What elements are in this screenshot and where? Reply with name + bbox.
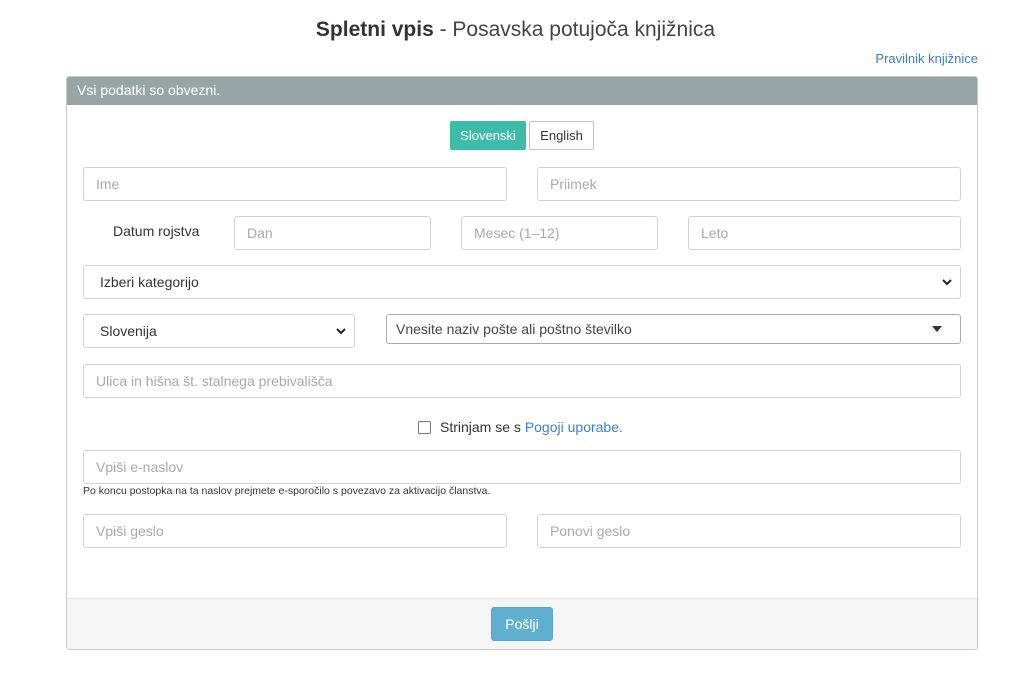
lang-slovenski-button[interactable]: Slovenski	[450, 121, 526, 150]
post-office-placeholder: Vnesite naziv pošte ali poštno številko	[396, 321, 632, 337]
password-field[interactable]	[83, 514, 507, 548]
category-select-value: Izberi kategorijo	[100, 274, 199, 290]
email-hint: Po koncu postopka na ta naslov prejmete …	[83, 485, 491, 497]
birth-year-field[interactable]	[688, 216, 961, 250]
library-rules-link[interactable]: Pravilnik knjižnice	[875, 51, 978, 66]
panel-footer: Pošlji	[67, 598, 977, 649]
first-name-field[interactable]	[83, 167, 507, 201]
street-address-field[interactable]	[83, 364, 961, 398]
country-select[interactable]: Slovenija	[83, 314, 355, 348]
last-name-field[interactable]	[537, 167, 961, 201]
password-repeat-field[interactable]	[537, 514, 961, 548]
caret-down-icon	[932, 326, 942, 332]
submit-button[interactable]: Pošlji	[491, 607, 553, 641]
page-title-bold: Spletni vpis	[315, 18, 434, 41]
birth-date-label: Datum rojstva	[113, 223, 200, 239]
birth-month-field[interactable]	[461, 216, 658, 250]
chevron-down-icon	[942, 279, 952, 286]
terms-checkbox[interactable]	[418, 421, 431, 434]
terms-of-use-link[interactable]: Pogoji uporabe.	[525, 419, 623, 435]
category-select[interactable]: Izberi kategorijo	[83, 265, 961, 299]
terms-label: Strinjam se s Pogoji uporabe.	[440, 419, 623, 435]
lang-english-button[interactable]: English	[529, 121, 594, 150]
birth-day-field[interactable]	[234, 216, 431, 250]
registration-panel: Vsi podatki so obvezni. Slovenski Englis…	[66, 76, 978, 650]
panel-heading: Vsi podatki so obvezni.	[67, 77, 977, 105]
email-field[interactable]	[83, 450, 961, 484]
page-title-rest: - Posavska potujoča knjižnica	[433, 18, 716, 41]
page-title: Spletni vpis - Posavska potujoča knjižni…	[0, 18, 1031, 42]
country-select-value: Slovenija	[100, 323, 157, 339]
terms-text: Strinjam se s	[440, 419, 525, 435]
post-office-select[interactable]: Vnesite naziv pošte ali poštno številko	[386, 314, 961, 344]
chevron-down-icon	[336, 328, 346, 335]
